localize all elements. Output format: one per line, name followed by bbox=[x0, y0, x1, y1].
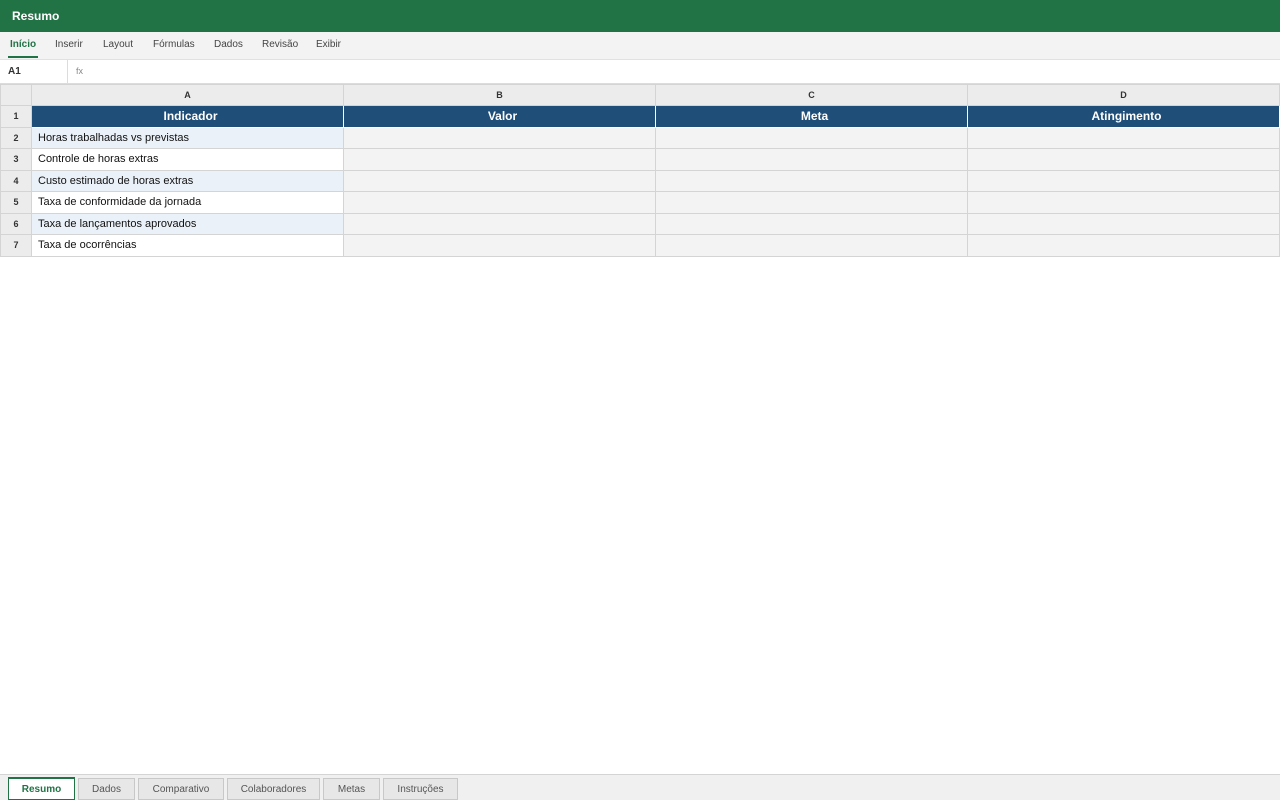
formula-bar: A1 fx bbox=[0, 60, 1280, 84]
indicator-cell[interactable]: Taxa de conformidade da jornada bbox=[31, 191, 344, 214]
value-cell[interactable] bbox=[343, 169, 656, 192]
indicator-cell[interactable]: Horas trabalhadas vs previstas bbox=[31, 126, 344, 149]
sheet-tab-metas[interactable]: Metas bbox=[323, 778, 380, 800]
tab-revisao[interactable]: Revisão bbox=[262, 32, 298, 59]
goal-cell[interactable] bbox=[655, 148, 968, 171]
tab-inicio[interactable]: Início bbox=[7, 32, 39, 59]
row-header[interactable]: 7 bbox=[0, 234, 32, 257]
select-all-corner[interactable] bbox=[0, 84, 32, 106]
row-header[interactable]: 2 bbox=[0, 126, 32, 149]
sheet-tab-colaboradores[interactable]: Colaboradores bbox=[227, 778, 320, 800]
table-row: 7 Taxa de ocorrências bbox=[0, 234, 1280, 257]
header-cell-indicador[interactable]: Indicador bbox=[31, 105, 344, 128]
title-bar: Resumo bbox=[0, 0, 1280, 32]
value-cell[interactable] bbox=[343, 191, 656, 214]
indicator-cell[interactable]: Controle de horas extras bbox=[31, 148, 344, 171]
indicator-cell[interactable]: Custo estimado de horas extras bbox=[31, 169, 344, 192]
table-header-row: 1 Indicador Valor Meta Atingimento bbox=[0, 105, 1280, 128]
sheet-tab-resumo[interactable]: Resumo bbox=[8, 777, 75, 800]
tab-dados[interactable]: Dados bbox=[214, 32, 243, 59]
table-row: 4 Custo estimado de horas extras bbox=[0, 169, 1280, 192]
achievement-cell[interactable] bbox=[967, 148, 1280, 171]
column-header-a[interactable]: A bbox=[31, 84, 344, 106]
tab-formulas[interactable]: Fórmulas bbox=[153, 32, 195, 59]
row-header[interactable]: 1 bbox=[0, 105, 32, 128]
header-cell-valor[interactable]: Valor bbox=[343, 105, 656, 128]
tab-layout[interactable]: Layout bbox=[103, 32, 133, 59]
goal-cell[interactable] bbox=[655, 191, 968, 214]
tab-exibir[interactable]: Exibir bbox=[316, 32, 341, 59]
indicator-cell[interactable]: Taxa de lançamentos aprovados bbox=[31, 212, 344, 235]
row-header[interactable]: 5 bbox=[0, 191, 32, 214]
achievement-cell[interactable] bbox=[967, 234, 1280, 257]
header-cell-meta[interactable]: Meta bbox=[655, 105, 968, 128]
sheet-tabs-bar: Resumo Dados Comparativo Colaboradores M… bbox=[0, 774, 1280, 800]
value-cell[interactable] bbox=[343, 212, 656, 235]
value-cell[interactable] bbox=[343, 148, 656, 171]
sheet-tab-dados[interactable]: Dados bbox=[78, 778, 135, 800]
indicator-cell[interactable]: Taxa de ocorrências bbox=[31, 234, 344, 257]
name-box[interactable]: A1 bbox=[0, 60, 68, 83]
goal-cell[interactable] bbox=[655, 169, 968, 192]
table-row: 2 Horas trabalhadas vs previstas bbox=[0, 126, 1280, 149]
fx-icon: fx bbox=[76, 66, 84, 76]
tab-inserir[interactable]: Inserir bbox=[55, 32, 83, 59]
goal-cell[interactable] bbox=[655, 234, 968, 257]
workbook-title: Resumo bbox=[12, 9, 60, 23]
column-header-c[interactable]: C bbox=[655, 84, 968, 106]
goal-cell[interactable] bbox=[655, 126, 968, 149]
column-header-d[interactable]: D bbox=[967, 84, 1280, 106]
row-header[interactable]: 3 bbox=[0, 148, 32, 171]
spreadsheet-app: Resumo Início Inserir Layout Fórmulas Da… bbox=[0, 0, 1280, 800]
header-cell-atingimento[interactable]: Atingimento bbox=[967, 105, 1280, 128]
table-row: 3 Controle de horas extras bbox=[0, 148, 1280, 171]
sheet-tab-comparativo[interactable]: Comparativo bbox=[138, 778, 224, 800]
value-cell[interactable] bbox=[343, 234, 656, 257]
row-header[interactable]: 6 bbox=[0, 212, 32, 235]
formula-input[interactable] bbox=[96, 62, 1272, 81]
table-row: 6 Taxa de lançamentos aprovados bbox=[0, 212, 1280, 235]
table-row: 5 Taxa de conformidade da jornada bbox=[0, 191, 1280, 214]
value-cell[interactable] bbox=[343, 126, 656, 149]
row-header[interactable]: 4 bbox=[0, 169, 32, 192]
ribbon-tabs: Início Inserir Layout Fórmulas Dados Rev… bbox=[0, 32, 1280, 60]
achievement-cell[interactable] bbox=[967, 191, 1280, 214]
goal-cell[interactable] bbox=[655, 212, 968, 235]
sheet-tab-instrucoes[interactable]: Instruções bbox=[383, 778, 458, 800]
spreadsheet-grid: A B C D 1 Indicador Valor Meta Atingimen… bbox=[0, 84, 1280, 257]
achievement-cell[interactable] bbox=[967, 169, 1280, 192]
achievement-cell[interactable] bbox=[967, 126, 1280, 149]
achievement-cell[interactable] bbox=[967, 212, 1280, 235]
column-header-b[interactable]: B bbox=[343, 84, 656, 106]
